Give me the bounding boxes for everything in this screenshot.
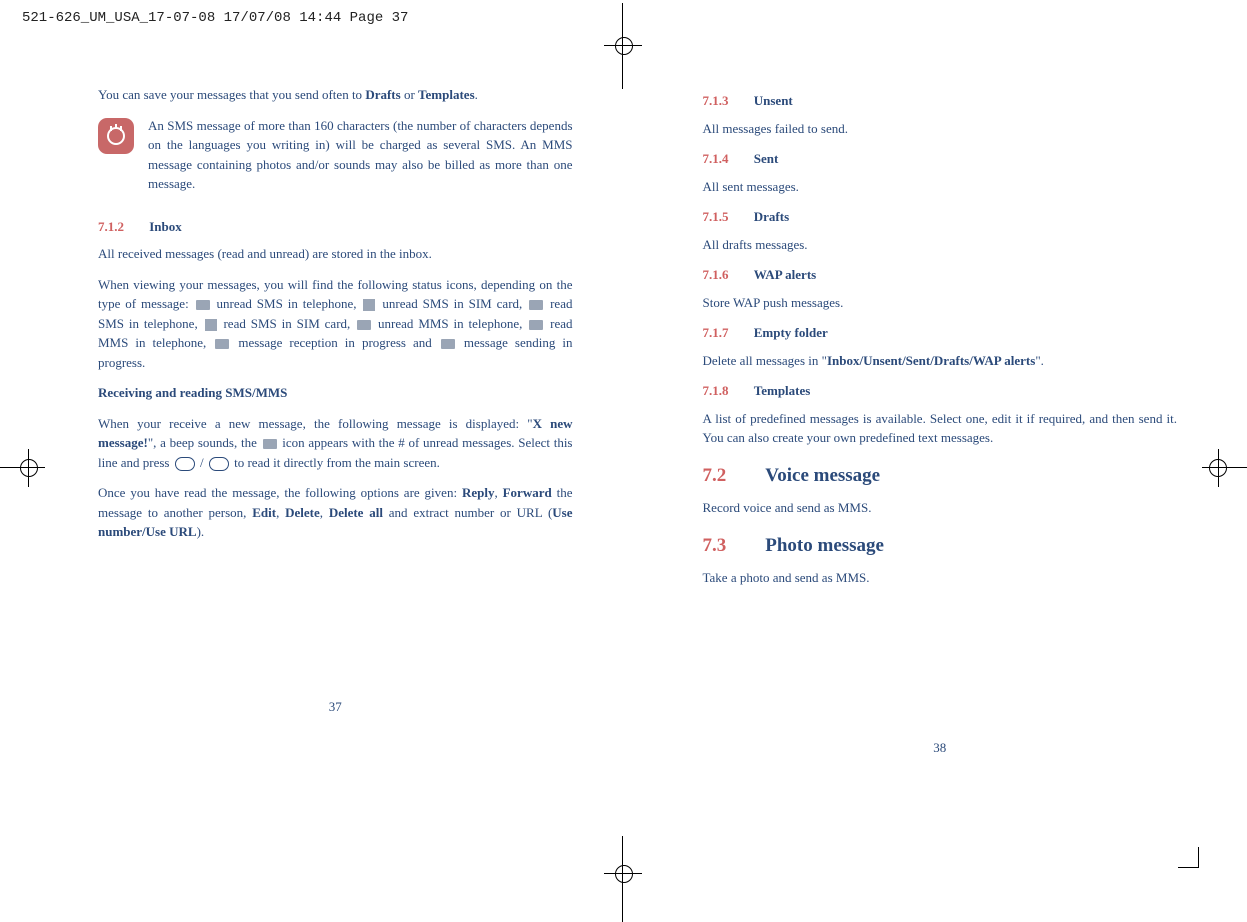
- unsent-body: All messages failed to send.: [703, 119, 1178, 139]
- text: ,: [276, 505, 285, 520]
- text: /: [197, 455, 207, 470]
- section-title: Photo message: [765, 535, 884, 556]
- section-number: 7.3: [703, 532, 761, 561]
- status-icons-paragraph: When viewing your messages, you will fin…: [98, 275, 573, 373]
- reception-progress-icon: [215, 339, 229, 349]
- section-title: WAP alerts: [754, 267, 816, 282]
- note-callout: An SMS message of more than 160 characte…: [98, 116, 573, 205]
- soft-key-icon: [209, 457, 229, 471]
- text: You can save your messages that you send…: [98, 87, 365, 102]
- section-7-1-7: 7.1.7 Empty folder: [703, 323, 1178, 343]
- text: ,: [494, 485, 502, 500]
- drafts-body: All drafts messages.: [703, 235, 1178, 255]
- text: to read it directly from the main screen…: [231, 455, 440, 470]
- empty-folder-body: Delete all messages in "Inbox/Unsent/Sen…: [703, 351, 1178, 371]
- options-paragraph: Once you have read the message, the foll…: [98, 483, 573, 542]
- registration-mark-icon: [615, 37, 633, 55]
- templates-body: A list of predefined messages is availab…: [703, 409, 1178, 448]
- edit-option: Edit: [252, 505, 276, 520]
- page-number: 37: [98, 697, 573, 717]
- text: ).: [197, 524, 205, 539]
- read-sms-phone-icon: [529, 300, 543, 310]
- forward-option: Forward: [503, 485, 552, 500]
- registration-mark-icon: [1209, 459, 1227, 477]
- folders-list: Inbox/Unsent/Sent/Drafts/WAP alerts: [827, 353, 1035, 368]
- text: and extract number or URL (: [383, 505, 552, 520]
- crop-corner-mark: [1178, 847, 1199, 868]
- ok-key-icon: [175, 457, 195, 471]
- drafts-word: Drafts: [365, 87, 400, 102]
- intro-paragraph: You can save your messages that you send…: [98, 85, 573, 105]
- text: ".: [1035, 353, 1044, 368]
- text: Once you have read the message, the foll…: [98, 485, 462, 500]
- section-title: Drafts: [754, 209, 789, 224]
- section-number: 7.1.8: [703, 381, 751, 401]
- text: message reception in progress and: [231, 335, 439, 350]
- text: read SMS in SIM card,: [219, 316, 356, 331]
- text: unread SMS in telephone,: [212, 296, 362, 311]
- wap-alerts-body: Store WAP push messages.: [703, 293, 1178, 313]
- receive-paragraph: When your receive a new message, the fol…: [98, 414, 573, 473]
- section-7-2: 7.2 Voice message: [703, 462, 1178, 491]
- text: When your receive a new message, the fol…: [98, 416, 533, 431]
- section-7-3: 7.3 Photo message: [703, 532, 1178, 561]
- page-left: You can save your messages that you send…: [98, 85, 573, 757]
- read-mms-phone-icon: [529, 320, 543, 330]
- section-title: Sent: [754, 151, 779, 166]
- text: ", a beep sounds, the: [148, 435, 261, 450]
- section-7-1-3: 7.1.3 Unsent: [703, 91, 1178, 111]
- section-7-1-2: 7.1.2 Inbox: [98, 217, 573, 237]
- unread-sms-sim-icon: [363, 299, 375, 311]
- text: unread MMS in telephone,: [373, 316, 527, 331]
- text: Delete all messages in ": [703, 353, 827, 368]
- page-right: 7.1.3 Unsent All messages failed to send…: [703, 85, 1178, 757]
- inbox-body: All received messages (read and unread) …: [98, 244, 573, 264]
- registration-mark-icon: [20, 459, 38, 477]
- section-number: 7.1.7: [703, 323, 751, 343]
- unread-mms-phone-icon: [357, 320, 371, 330]
- section-title: Voice message: [765, 465, 880, 486]
- section-title: Templates: [754, 383, 811, 398]
- section-7-1-8: 7.1.8 Templates: [703, 381, 1178, 401]
- prepress-header: 521-626_UM_USA_17-07-08 17/07/08 14:44 P…: [22, 8, 408, 29]
- sending-progress-icon: [441, 339, 455, 349]
- voice-message-body: Record voice and send as MMS.: [703, 498, 1178, 518]
- page-number: 38: [703, 738, 1178, 758]
- delete-all-option: Delete all: [329, 505, 383, 520]
- section-7-1-6: 7.1.6 WAP alerts: [703, 265, 1178, 285]
- section-number: 7.1.2: [98, 217, 146, 237]
- section-number: 7.1.4: [703, 149, 751, 169]
- text: ,: [320, 505, 329, 520]
- section-title: Unsent: [754, 93, 793, 108]
- reply-option: Reply: [462, 485, 495, 500]
- text: unread SMS in SIM card,: [377, 296, 527, 311]
- section-7-1-4: 7.1.4 Sent: [703, 149, 1178, 169]
- section-number: 7.1.5: [703, 207, 751, 227]
- read-sms-sim-icon: [205, 319, 217, 331]
- unread-sms-phone-icon: [196, 300, 210, 310]
- note-text: An SMS message of more than 160 characte…: [148, 116, 573, 194]
- section-title: Inbox: [149, 219, 182, 234]
- delete-option: Delete: [285, 505, 320, 520]
- envelope-icon: [263, 439, 277, 449]
- section-title: Empty folder: [754, 325, 828, 340]
- sent-body: All sent messages.: [703, 177, 1178, 197]
- tip-lightbulb-icon: [98, 118, 134, 154]
- text: or: [401, 87, 418, 102]
- section-number: 7.1.6: [703, 265, 751, 285]
- section-number: 7.1.3: [703, 91, 751, 111]
- templates-word: Templates: [418, 87, 475, 102]
- section-number: 7.2: [703, 462, 761, 491]
- photo-message-body: Take a photo and send as MMS.: [703, 568, 1178, 588]
- registration-mark-icon: [615, 865, 633, 883]
- subheading-receiving: Receiving and reading SMS/MMS: [98, 383, 573, 403]
- section-7-1-5: 7.1.5 Drafts: [703, 207, 1178, 227]
- text: .: [475, 87, 478, 102]
